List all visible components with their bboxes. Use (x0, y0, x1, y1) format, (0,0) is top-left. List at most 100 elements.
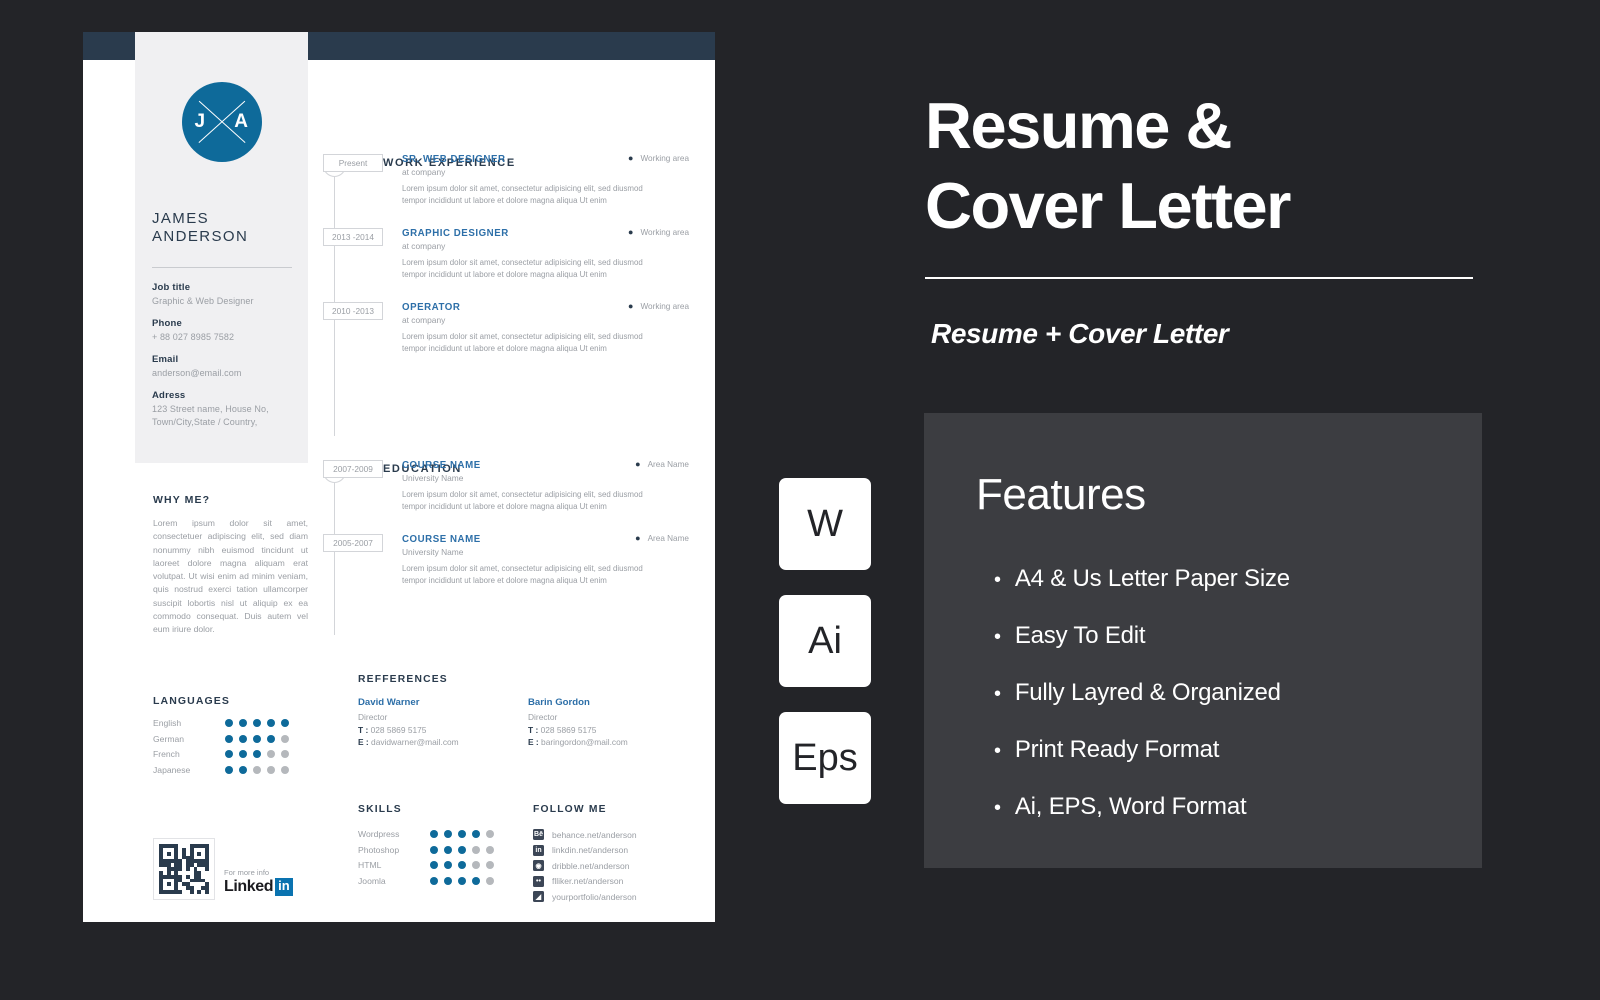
work-experience-section: WORK EXPERIENCE Present ● Working area SR. … (323, 112, 689, 436)
rating-dot (486, 845, 494, 854)
social-url[interactable]: dribble.net/anderson (552, 861, 630, 871)
promo-title-line-2: Cover Letter (925, 169, 1291, 242)
social-url[interactable]: linkdin.net/anderson (552, 845, 628, 855)
rating-label: HTML (358, 860, 382, 870)
linkedin-icon[interactable]: in (533, 844, 544, 856)
follow-me-row[interactable]: Bē behance.net/anderson (533, 829, 713, 840)
timeline-entry-body: ● Working area GRAPHIC DESIGNER at company L… (402, 228, 689, 280)
rating-dots (430, 861, 494, 869)
rating-dot (267, 719, 275, 727)
rating-dot (281, 719, 289, 727)
linkedin-text: For more info Linked in (224, 868, 293, 900)
follow-me-row[interactable]: in linkdin.net/anderson (533, 844, 713, 856)
reference-email: E : davidwarner@mail.com (358, 737, 459, 747)
dribbble-icon[interactable]: ◉ (533, 860, 544, 871)
contact-value: + 88 027 8985 7582 (152, 332, 235, 342)
timeline-date: Present (323, 154, 383, 172)
timeline-date: 2013 -2014 (323, 228, 383, 246)
location-pin-icon: ● (635, 459, 641, 469)
rating-dot (458, 876, 466, 885)
resume-preview-card: J A JAMES ANDERSON Job title Graphic & W… (83, 32, 715, 922)
social-url[interactable]: flliker.net/anderson (552, 876, 623, 886)
flickr-icon[interactable]: •• (533, 875, 544, 887)
rating-dot (281, 750, 289, 758)
rating-dots (430, 876, 494, 885)
feature-label: Print Ready Format (1014, 736, 1220, 763)
entry-area-label: Area Name (647, 534, 689, 543)
monogram-logo: J A (181, 82, 262, 162)
timeline-entry: 2013 -2014 ● Working area GRAPHIC DESIGNER a… (323, 228, 689, 282)
rating-dots (225, 750, 289, 758)
rating-dot (253, 765, 261, 774)
timeline-entry-body: ● Working area OPERATOR at company Lorem ips… (402, 302, 689, 354)
rating-label: Japanese (153, 764, 191, 775)
reference-role: Director (528, 712, 558, 722)
features-list: • A4 & Us Letter Paper Size • Easy To Edit •… (994, 565, 1290, 850)
person-last-name: ANDERSON (152, 228, 249, 245)
contact-block: Job title Graphic & Web Designer Phone +… (152, 282, 304, 439)
skills-rows: Wordpress Photoshop HTML Joomla (358, 829, 533, 886)
person-name: JAMES ANDERSON (152, 210, 302, 246)
format-badges: W Ai Eps (779, 478, 871, 829)
rating-dot (444, 830, 452, 838)
bullet-icon: • (994, 797, 1001, 819)
follow-me-rows: Bē behance.net/anderson in linkdin.net/ande… (533, 829, 713, 902)
promo-title-line-1: Resume & (925, 89, 1232, 162)
work-experience-entries: Present ● Working area SR. WEB DESIGNER at c… (323, 153, 689, 356)
social-url[interactable]: yourportfolio/anderson (552, 892, 637, 902)
rating-dot (472, 861, 480, 869)
contact-label: Phone (152, 318, 183, 329)
rating-label: German (153, 733, 185, 744)
rating-dot (267, 750, 275, 758)
entry-description: Lorem ipsum dolor sit amet, consectetur … (402, 564, 643, 585)
work-experience-timeline: WORK EXPERIENCE Present ● Working area SR. … (323, 153, 689, 436)
rating-dot (486, 861, 494, 869)
format-badge-eps: Eps (779, 712, 871, 804)
rating-label: English (153, 718, 182, 728)
feature-item: • Fully Layred & Organized (994, 679, 1290, 707)
rating-dot (472, 876, 480, 885)
rating-dot (225, 750, 233, 758)
reference-phone: T : 028 5869 5175 (528, 724, 597, 735)
timeline-entry: Present ● Working area SR. WEB DESIGNER at c… (323, 153, 689, 208)
rating-dot (458, 845, 466, 854)
resume-sidebar-panel: J A JAMES ANDERSON Job title Graphic & W… (135, 32, 308, 463)
rating-dot (472, 845, 480, 854)
feature-label: Easy To Edit (1014, 622, 1146, 649)
features-panel: Features • A4 & Us Letter Paper Size • Easy… (924, 413, 1482, 868)
skill-row: Wordpress (358, 829, 533, 839)
rating-dot (267, 734, 275, 743)
location-pin-icon: ● (628, 227, 634, 237)
behance-icon[interactable]: Bē (533, 829, 544, 840)
entry-subtitle: University Name (402, 473, 464, 483)
entry-area: ● Working area (628, 227, 689, 238)
rating-dot (281, 734, 289, 743)
reference-card: David Warner Director T : 028 5869 5175 E :… (358, 697, 528, 749)
features-heading: Features (976, 470, 1146, 519)
reference-card: Barin Gordon Director T : 028 5869 5175 E :… (528, 697, 698, 749)
entry-subtitle: at company (402, 315, 446, 325)
rating-dot (430, 830, 438, 838)
rating-dot (225, 734, 233, 743)
location-pin-icon: ● (628, 153, 634, 163)
education-entries: 2007-2009 ● Area Name COURSE NAME University… (323, 459, 689, 588)
follow-me-row[interactable]: ◉ dribble.net/anderson (533, 860, 713, 871)
promo-subtitle: Resume + Cover Letter (931, 318, 1229, 349)
rating-dots (430, 830, 494, 838)
reference-name: David Warner (358, 697, 420, 708)
linkedin-badge: in (275, 878, 293, 896)
follow-me-row[interactable]: •• flliker.net/anderson (533, 875, 713, 887)
follow-me-row[interactable]: ◢ yourportfolio/anderson (533, 891, 713, 902)
rating-dot (239, 719, 247, 727)
bullet-icon: • (994, 626, 1001, 648)
rating-dot (444, 861, 452, 869)
contact-value: Graphic & Web Designer (152, 296, 254, 306)
feature-label: Ai, EPS, Word Format (1014, 793, 1247, 820)
rating-dot (444, 876, 452, 885)
social-url[interactable]: behance.net/anderson (552, 830, 637, 840)
rating-dot (444, 845, 452, 854)
bullet-icon: • (994, 683, 1001, 705)
entry-area: ● Working area (628, 302, 689, 312)
portfolio-icon[interactable]: ◢ (533, 891, 544, 902)
timeline-entry-body: ● Area Name COURSE NAME University Name Lore… (402, 459, 689, 512)
